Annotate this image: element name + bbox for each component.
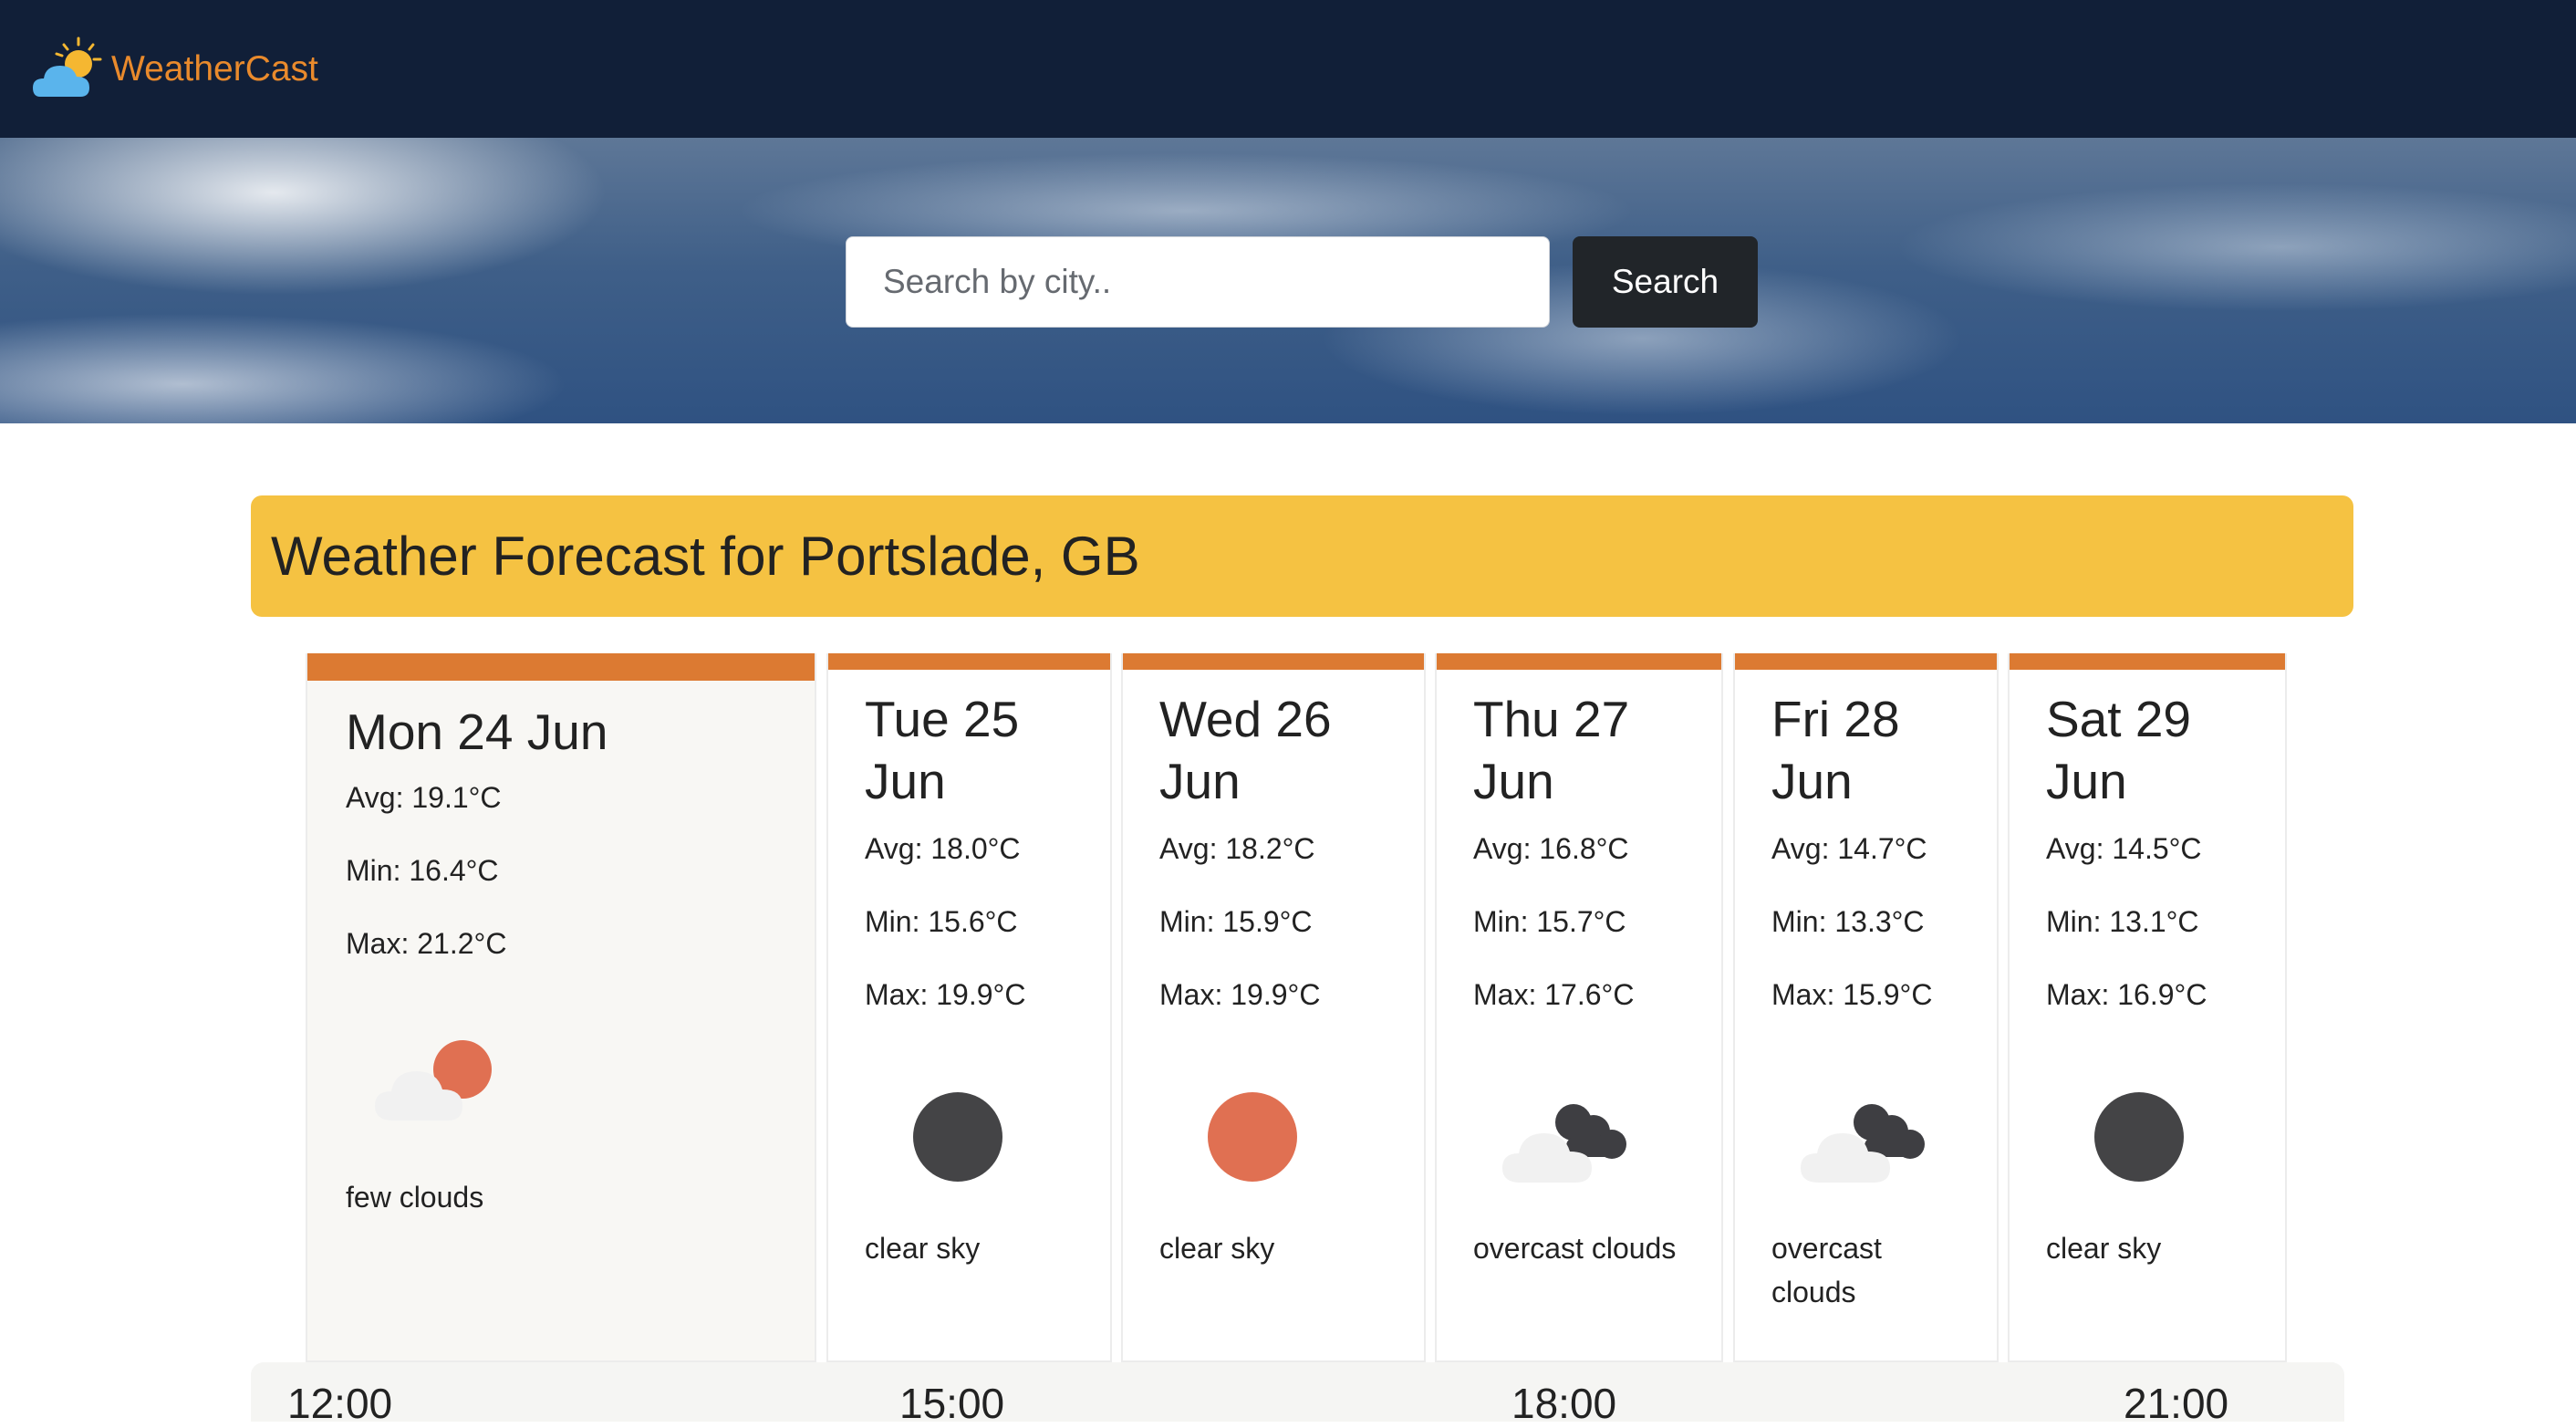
brand-name: WeatherCast [111, 48, 318, 89]
search-button[interactable]: Search [1573, 236, 1758, 328]
min-temp: Min: 13.3°C [1771, 905, 1925, 938]
overcast-clouds-icon [1801, 1104, 1925, 1183]
day-card-mon-24-jun[interactable]: Mon 24 Jun Avg: 19.1°C Min: 16.4°C Max: … [306, 653, 816, 1362]
day-card-accent-bar [1437, 653, 1721, 670]
weather-description: overcast clouds [1473, 1232, 1677, 1265]
day-card-accent-bar [1123, 653, 1424, 670]
weather-description: overcast clouds [1771, 1232, 1882, 1308]
avg-temp: Avg: 14.5°C [2046, 832, 2202, 865]
day-card-fri-28-jun[interactable]: Fri 28 Jun Avg: 14.7°C Min: 13.3°C Max: … [1733, 653, 1999, 1362]
day-date: Sat 29 Jun [2046, 691, 2192, 809]
min-temp: Min: 16.4°C [346, 854, 499, 887]
page-title: Weather Forecast for Portslade, GB [271, 526, 1140, 587]
day-card-sat-29-jun[interactable]: Sat 29 Jun Avg: 14.5°C Min: 13.1°C Max: … [2008, 653, 2287, 1362]
max-temp: Max: 19.9°C [1159, 978, 1321, 1011]
weather-description: clear sky [2046, 1232, 2162, 1265]
time-label: 18:00 [1511, 1380, 1617, 1427]
day-date: Thu 27 Jun [1473, 691, 1630, 809]
weather-logo-icon [33, 36, 102, 97]
hero-search-banner: Search [0, 138, 2576, 423]
day-card-accent-bar [307, 653, 815, 681]
max-temp: Max: 19.9°C [865, 978, 1026, 1011]
time-label: 12:00 [287, 1380, 393, 1427]
max-temp: Max: 16.9°C [2046, 978, 2207, 1011]
day-date: Tue 25 Jun [865, 691, 1020, 809]
brand-logo[interactable]: WeatherCast [31, 35, 318, 104]
time-label: 21:00 [2124, 1380, 2229, 1427]
avg-temp: Avg: 18.2°C [1159, 832, 1315, 865]
weather-description: clear sky [1159, 1232, 1275, 1265]
search-input[interactable] [846, 236, 1550, 328]
max-temp: Max: 15.9°C [1771, 978, 1933, 1011]
day-date: Wed 26 Jun [1159, 691, 1332, 809]
avg-temp: Avg: 18.0°C [865, 832, 1021, 865]
time-label: 15:00 [899, 1380, 1005, 1427]
min-temp: Min: 13.1°C [2046, 905, 2199, 938]
avg-temp: Avg: 14.7°C [1771, 832, 1927, 865]
navbar: WeatherCast [0, 0, 2576, 138]
day-card-accent-bar [1735, 653, 1997, 670]
overcast-clouds-icon [1502, 1104, 1626, 1183]
weather-description: few clouds [346, 1181, 484, 1214]
day-date: Mon 24 Jun [346, 704, 608, 760]
clear-sky-icon [913, 1092, 1002, 1182]
max-temp: Max: 21.2°C [346, 927, 507, 960]
min-temp: Min: 15.6°C [865, 905, 1018, 938]
max-temp: Max: 17.6°C [1473, 978, 1635, 1011]
avg-temp: Avg: 16.8°C [1473, 832, 1629, 865]
weather-description: clear sky [865, 1232, 981, 1265]
day-card-thu-27-jun[interactable]: Thu 27 Jun Avg: 16.8°C Min: 15.7°C Max: … [1435, 653, 1723, 1362]
sun-icon [1208, 1092, 1297, 1182]
day-card-tue-25-jun[interactable]: Tue 25 Jun Avg: 18.0°C Min: 15.6°C Max: … [826, 653, 1112, 1362]
hourly-timeline: 12:00 15:00 18:00 21:00 [251, 1362, 2344, 1427]
forecast-title-banner: Weather Forecast for Portslade, GB [251, 495, 2353, 617]
few-clouds-icon [375, 1040, 492, 1121]
min-temp: Min: 15.9°C [1159, 905, 1313, 938]
day-date: Fri 28 Jun [1771, 691, 1900, 809]
day-card-accent-bar [2010, 653, 2285, 670]
min-temp: Min: 15.7°C [1473, 905, 1626, 938]
clear-sky-icon [2094, 1092, 2184, 1182]
day-card-accent-bar [828, 653, 1110, 670]
day-card-wed-26-jun[interactable]: Wed 26 Jun Avg: 18.2°C Min: 15.9°C Max: … [1121, 653, 1426, 1362]
avg-temp: Avg: 19.1°C [346, 781, 502, 814]
